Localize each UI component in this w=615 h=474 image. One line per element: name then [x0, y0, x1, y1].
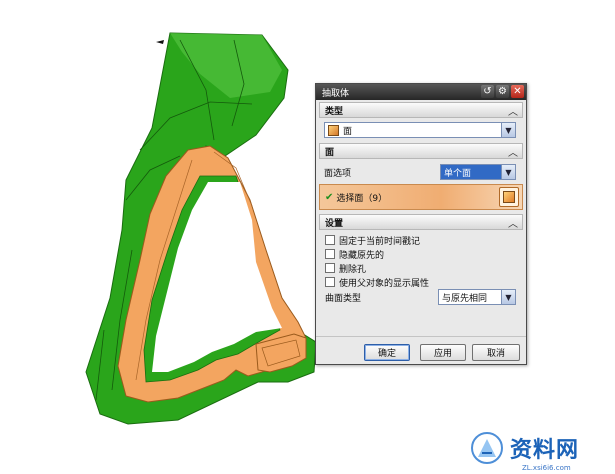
face-select-icon[interactable] — [499, 187, 519, 207]
checkbox-label: 使用父对象的显示属性 — [339, 278, 430, 289]
select-face-row[interactable]: ✔ 选择面（9） — [319, 184, 523, 210]
close-icon[interactable]: ✕ — [511, 85, 524, 98]
chevron-up-icon[interactable]: ︿ — [508, 103, 518, 118]
checkmark-icon: ✔ — [325, 191, 334, 203]
checkbox-label: 固定于当前时间戳记 — [339, 236, 421, 247]
checkbox-label: 隐藏原先的 — [339, 250, 385, 261]
checkbox[interactable] — [325, 277, 335, 287]
ok-button[interactable]: 确定 — [364, 344, 410, 361]
checkbox[interactable] — [325, 249, 335, 259]
chevron-up-icon[interactable]: ︿ — [508, 215, 518, 230]
section-type-header[interactable]: 类型 ︿ — [319, 102, 523, 118]
chevron-up-icon[interactable]: ︿ — [508, 144, 518, 159]
watermark-text: 资料网 — [510, 438, 580, 463]
checkbox-label: 删除孔 — [339, 264, 367, 275]
surface-type-value: 与原先相同 — [442, 293, 488, 304]
checkbox-hide-original[interactable]: 隐藏原先的 — [325, 247, 518, 261]
dialog-title: 抽取体 — [322, 88, 350, 99]
select-face-label: 选择面（9） — [336, 193, 388, 204]
gear-icon[interactable]: ⚙ — [496, 85, 509, 98]
checkbox[interactable] — [325, 235, 335, 245]
extract-body-dialog: 抽取体 ↺ ⚙ ✕ 类型 ︿ 面 ▼ 面 ︿ 面选项 单个面 ▼ ✔ 选择面（9… — [315, 83, 527, 365]
checkbox[interactable] — [325, 263, 335, 273]
section-settings-label: 设置 — [325, 218, 344, 229]
chevron-down-icon[interactable]: ▼ — [501, 165, 515, 179]
type-select[interactable]: 面 ▼ — [324, 122, 516, 138]
dialog-titlebar[interactable]: 抽取体 ↺ ⚙ ✕ — [316, 84, 526, 100]
face-option-select[interactable]: 单个面 ▼ — [440, 164, 516, 180]
section-face-header[interactable]: 面 ︿ — [319, 143, 523, 159]
watermark-url: ZL.xsi6i6.com — [522, 464, 571, 472]
chevron-down-icon[interactable]: ▼ — [501, 123, 515, 137]
section-settings-header[interactable]: 设置 ︿ — [319, 214, 523, 230]
reset-icon[interactable]: ↺ — [481, 85, 494, 98]
face-option-label: 面选项 — [324, 168, 352, 179]
face-option-value: 单个面 — [444, 168, 472, 179]
type-select-value: 面 — [343, 126, 353, 137]
face-type-icon — [328, 124, 339, 136]
section-face-label: 面 — [325, 147, 335, 158]
checkbox-use-parent-display[interactable]: 使用父对象的显示属性 — [325, 275, 518, 289]
chevron-down-icon[interactable]: ▼ — [501, 290, 515, 304]
watermark: 资料网 — [470, 428, 615, 468]
divider — [316, 336, 526, 337]
checkbox-delete-holes[interactable]: 删除孔 — [325, 261, 518, 275]
surface-type-select[interactable]: 与原先相同 ▼ — [438, 289, 516, 305]
surface-type-label: 曲面类型 — [325, 293, 362, 304]
cancel-button[interactable]: 取消 — [472, 344, 520, 361]
section-type-label: 类型 — [325, 106, 344, 117]
checkbox-fix-timestamp[interactable]: 固定于当前时间戳记 — [325, 233, 518, 247]
apply-button[interactable]: 应用 — [420, 344, 466, 361]
watermark-logo-icon — [471, 432, 503, 464]
